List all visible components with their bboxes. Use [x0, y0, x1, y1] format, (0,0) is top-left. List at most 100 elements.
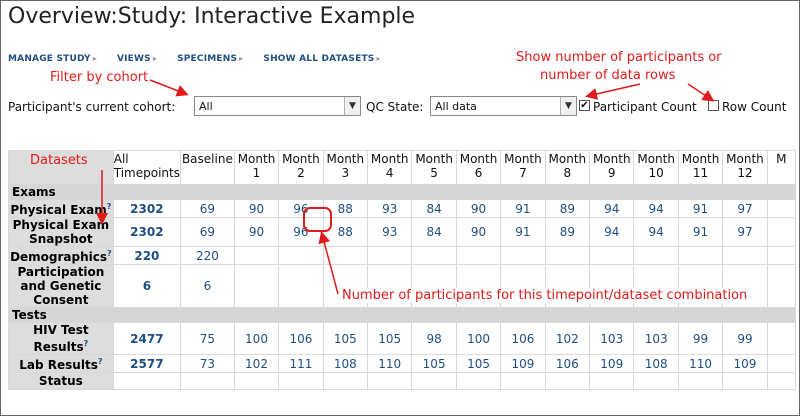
timepoint-count-cell[interactable]: 105 [455, 354, 502, 373]
participant-count-checkbox[interactable]: ✔ [579, 100, 590, 111]
timepoint-count-cell[interactable]: 69 [180, 199, 235, 218]
help-icon[interactable]: ? [84, 339, 89, 348]
timepoint-count-cell[interactable]: 109 [722, 354, 768, 373]
row-count-checkbox[interactable] [708, 100, 719, 111]
total-cell[interactable]: 2302 [112, 217, 182, 247]
help-icon[interactable]: ? [107, 202, 112, 211]
timepoint-count-cell[interactable]: 106 [278, 322, 324, 355]
dataset-name[interactable]: Physical Exam Snapshot [8, 217, 114, 247]
timepoint-count-cell[interactable]: 94 [589, 199, 635, 218]
timepoint-count-cell[interactable]: 90 [455, 217, 502, 247]
qc-state-select[interactable]: All data ▼ [430, 96, 577, 116]
timepoint-count-cell[interactable]: 94 [589, 217, 635, 247]
timepoint-count-cell[interactable]: 99 [677, 322, 724, 355]
timepoint-count-cell [367, 246, 413, 265]
timepoint-count-cell[interactable]: 84 [411, 217, 457, 247]
cohort-select[interactable]: All ▼ [194, 96, 361, 116]
timepoint-count-cell [589, 246, 635, 265]
timepoint-count-cell[interactable]: 98 [411, 322, 457, 355]
annotation-show-number-line2: number of data rows [540, 68, 676, 83]
column-header: Month 2 [278, 150, 324, 185]
nav-show-all-datasets-label: SHOW ALL DATASETS [263, 54, 375, 64]
study-overview-grid-wrap: All Timepoints Baseline Month 1 Month 2 Mont… [8, 150, 796, 415]
timepoint-count-cell[interactable]: 102 [544, 322, 591, 355]
timepoint-count-cell[interactable]: 91 [677, 199, 724, 218]
timepoint-count-cell[interactable]: 99 [722, 322, 768, 355]
timepoint-count-cell[interactable]: 89 [544, 199, 591, 218]
cohort-label: Participant's current cohort: [8, 100, 176, 114]
total-cell[interactable]: 6 [112, 264, 182, 308]
timepoint-count-cell[interactable]: 90 [455, 199, 502, 218]
timepoint-count-cell [233, 264, 280, 308]
grid-header-row: All Timepoints Baseline Month 1 Month 2 Mont… [8, 150, 796, 185]
chevron-right-icon: ▸ [152, 54, 158, 63]
timepoint-count-cell[interactable]: 89 [544, 217, 591, 247]
dataset-name[interactable]: Demographics? [8, 246, 114, 265]
timepoint-count-cell[interactable]: 105 [367, 322, 413, 355]
filter-bar: Participant's current cohort: All ▼ QC S… [8, 96, 796, 116]
nav-show-all-datasets[interactable]: SHOW ALL DATASETS ▸ [263, 54, 380, 68]
total-cell[interactable] [112, 372, 182, 390]
dropdown-arrow-icon: ▼ [344, 97, 360, 115]
column-header: M [766, 150, 796, 185]
timepoint-count-cell[interactable]: 91 [677, 217, 724, 247]
timepoint-count-cell[interactable]: 73 [180, 354, 235, 373]
timepoint-count-cell[interactable]: 106 [544, 354, 591, 373]
timepoint-count-cell [233, 246, 280, 265]
timepoint-count-cell[interactable]: 84 [411, 199, 457, 218]
timepoint-count-cell [278, 246, 324, 265]
timepoint-count-cell[interactable]: 220 [180, 246, 235, 265]
timepoint-count-cell[interactable]: 93 [367, 199, 413, 218]
timepoint-count-cell[interactable]: 102 [233, 354, 280, 373]
timepoint-count-cell[interactable]: 6 [180, 264, 235, 308]
timepoint-count-cell [633, 372, 679, 390]
total-cell[interactable]: 220 [112, 246, 182, 265]
timepoint-count-cell[interactable]: 69 [180, 217, 235, 247]
timepoint-count-cell[interactable]: 108 [633, 354, 679, 373]
timepoint-count-cell[interactable]: 105 [322, 322, 369, 355]
timepoint-count-cell[interactable]: 100 [455, 322, 502, 355]
timepoint-count-cell[interactable]: 109 [500, 354, 546, 373]
dataset-name[interactable]: Physical Exam? [8, 199, 114, 218]
timepoint-count-cell[interactable]: 100 [233, 322, 280, 355]
timepoint-count-cell[interactable]: 103 [589, 322, 635, 355]
dataset-name[interactable]: Status [8, 372, 114, 390]
timepoint-count-cell[interactable]: 75 [180, 322, 235, 355]
nav-manage-study[interactable]: MANAGE STUDY ▸ [8, 54, 97, 68]
dataset-row: HIV Test Results? 2477 75 100 106 105 105 98 100… [8, 322, 796, 355]
nav-views[interactable]: VIEWS ▸ [117, 54, 157, 68]
timepoint-count-cell [589, 372, 635, 390]
arrow-to-participant-count [585, 83, 641, 100]
timepoint-count-cell[interactable]: 110 [677, 354, 724, 373]
timepoint-count-cell[interactable]: 94 [633, 199, 679, 218]
timepoint-count-cell[interactable]: 90 [233, 199, 280, 218]
timepoint-count-cell[interactable]: 103 [633, 322, 679, 355]
dataset-name[interactable]: Participation and Genetic Consent [8, 264, 114, 308]
timepoint-count-cell[interactable]: 109 [589, 354, 635, 373]
timepoint-count-cell[interactable]: 97 [722, 199, 768, 218]
dataset-name[interactable]: Lab Results? [8, 354, 114, 373]
column-header: Month 8 [544, 150, 591, 185]
timepoint-count-cell[interactable]: 106 [500, 322, 546, 355]
nav-specimens[interactable]: SPECIMENS ▸ [177, 54, 243, 68]
dataset-name[interactable]: HIV Test Results? [8, 322, 114, 355]
help-icon[interactable]: ? [107, 249, 112, 258]
timepoint-count-cell[interactable]: 91 [500, 217, 546, 247]
timepoint-count-cell[interactable]: 94 [633, 217, 679, 247]
timepoint-count-cell[interactable]: 93 [367, 217, 413, 247]
timepoint-count-cell[interactable]: 108 [322, 354, 369, 373]
timepoint-count-cell[interactable]: 91 [500, 199, 546, 218]
timepoint-count-cell[interactable]: 97 [722, 217, 768, 247]
timepoint-count-cell[interactable]: 111 [278, 354, 324, 373]
annotation-datasets: Datasets [30, 153, 88, 168]
dataset-name-label: Physical Exam Snapshot [12, 218, 110, 246]
total-cell[interactable]: 2577 [112, 354, 182, 373]
timepoint-count-cell[interactable]: 105 [411, 354, 457, 373]
help-icon[interactable]: ? [98, 357, 103, 366]
total-cell[interactable]: 2302 [112, 199, 182, 218]
timepoint-count-cell[interactable]: 110 [367, 354, 413, 373]
column-header: Month 1 [233, 150, 280, 185]
total-cell[interactable]: 2477 [112, 322, 182, 355]
participant-count-label: Participant Count [593, 100, 697, 114]
timepoint-count-cell[interactable]: 90 [233, 217, 280, 247]
